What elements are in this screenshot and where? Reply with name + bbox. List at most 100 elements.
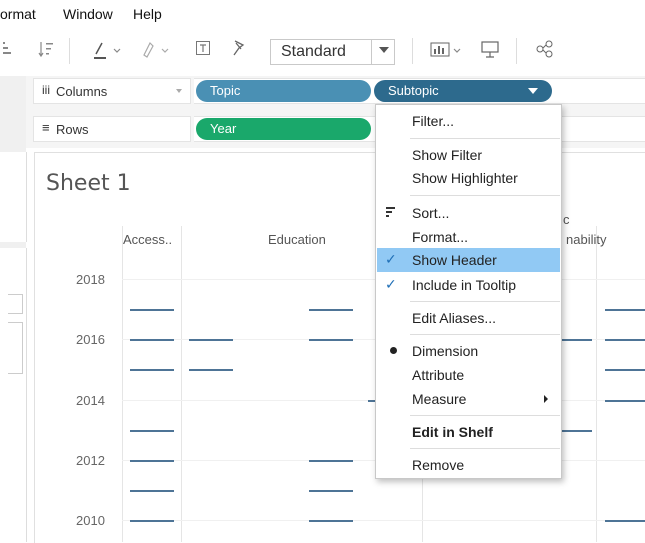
menu-item-sort[interactable]: Sort... xyxy=(377,201,560,225)
menu-item-attribute[interactable]: Attribute xyxy=(377,363,560,387)
menu-item-filter[interactable]: Filter... xyxy=(377,109,560,133)
mark-dash[interactable] xyxy=(309,309,353,311)
chevron-down-icon xyxy=(379,47,389,53)
menu-item-label: Dimension xyxy=(412,343,479,359)
mark-dash[interactable] xyxy=(130,490,174,492)
mark-dash[interactable] xyxy=(605,339,645,341)
mark-dash[interactable] xyxy=(189,369,233,371)
sort-descending-icon[interactable] xyxy=(38,40,54,61)
menu-item-label: Attribute xyxy=(412,367,465,383)
columns-icon: iii xyxy=(42,83,50,97)
mark-dash[interactable] xyxy=(309,339,353,341)
menu-item-label: Sort... xyxy=(412,205,450,221)
menu-item-edit-in-shelf[interactable]: Edit in Shelf xyxy=(377,420,560,444)
mark-dash[interactable] xyxy=(605,520,645,522)
menu-item-label: Filter... xyxy=(412,113,455,129)
mark-dash[interactable] xyxy=(562,339,592,341)
mark-dash[interactable] xyxy=(605,400,645,402)
menu-item-label: Format... xyxy=(412,229,469,245)
chevron-down-icon[interactable] xyxy=(176,89,182,93)
year-label: 2014 xyxy=(76,393,105,408)
column-divider xyxy=(181,226,182,542)
menu-item-label: Measure xyxy=(412,391,467,407)
sort-ascending-icon[interactable] xyxy=(2,40,14,61)
sort-icon xyxy=(386,207,395,217)
menu-item-label: Show Header xyxy=(412,252,497,268)
menu-item-measure[interactable]: Measure xyxy=(377,387,560,411)
menu-item-format[interactable]: Format... xyxy=(377,225,560,249)
mark-dash[interactable] xyxy=(130,430,174,432)
pin-icon[interactable] xyxy=(140,40,174,63)
mark-dash[interactable] xyxy=(130,339,174,341)
menu-item-label: Edit in Shelf xyxy=(412,424,493,440)
pill-topic[interactable]: Topic xyxy=(196,80,371,102)
presentation-icon[interactable] xyxy=(480,39,500,62)
menu-item-include-in-tooltip[interactable]: ✓ Include in Tooltip xyxy=(377,273,560,297)
mark-dash[interactable] xyxy=(189,339,233,341)
left-card-2[interactable] xyxy=(8,322,23,374)
mark-dash[interactable] xyxy=(309,490,353,492)
year-label: 2010 xyxy=(76,513,105,528)
column-header-education[interactable]: Education xyxy=(268,232,326,247)
pill-subtopic-label: Subtopic xyxy=(388,83,439,98)
annotate-pin-icon[interactable] xyxy=(231,39,247,60)
checkmark-icon: ✓ xyxy=(385,276,397,292)
column-divider xyxy=(122,226,123,542)
pill-context-menu: Filter... Show Filter Show Highlighter S… xyxy=(375,104,562,479)
column-divider xyxy=(596,226,597,542)
radio-selected-icon xyxy=(390,347,397,354)
menu-item-label: Include in Tooltip xyxy=(412,277,517,293)
toolbar: Standard xyxy=(0,28,645,74)
mark-dash[interactable] xyxy=(130,309,174,311)
mark-dash[interactable] xyxy=(562,430,592,432)
pill-subtopic[interactable]: Subtopic xyxy=(374,80,552,102)
share-icon[interactable] xyxy=(536,40,554,61)
menu-item-label: Remove xyxy=(412,457,465,473)
menu-item-label: Show Highlighter xyxy=(412,170,518,186)
mark-dash[interactable] xyxy=(130,520,174,522)
menu-bar: ormat Window Help xyxy=(0,0,645,28)
mark-dash[interactable] xyxy=(309,460,353,462)
columns-shelf-label: iii Columns xyxy=(33,78,191,104)
left-panel-upper xyxy=(0,152,27,242)
column-header-sustainability[interactable]: nability xyxy=(566,232,606,247)
mark-dash[interactable] xyxy=(130,460,174,462)
chevron-down-icon[interactable] xyxy=(528,88,538,94)
show-me-icon[interactable] xyxy=(430,40,464,63)
year-label: 2016 xyxy=(76,332,105,347)
mark-dash[interactable] xyxy=(309,520,353,522)
dropdown-button[interactable] xyxy=(371,40,394,64)
fit-dropdown[interactable]: Standard xyxy=(270,39,395,65)
fit-dropdown-value: Standard xyxy=(281,43,346,60)
left-panel-lower xyxy=(0,248,27,542)
menu-format[interactable]: ormat xyxy=(0,6,36,22)
highlight-icon[interactable] xyxy=(92,40,126,63)
checkmark-icon: ✓ xyxy=(385,251,397,267)
menu-help[interactable]: Help xyxy=(133,6,162,22)
rows-label: Rows xyxy=(56,122,89,137)
menu-window[interactable]: Window xyxy=(63,6,113,22)
topic-header-partial: c xyxy=(563,212,570,227)
mark-dash[interactable] xyxy=(130,369,174,371)
label-icon[interactable] xyxy=(196,41,210,58)
mark-dash[interactable] xyxy=(605,309,645,311)
menu-item-show-header[interactable]: ✓ Show Header xyxy=(377,248,560,272)
menu-item-dimension[interactable]: Dimension xyxy=(377,339,560,363)
year-label: 2012 xyxy=(76,453,105,468)
pill-year[interactable]: Year xyxy=(196,118,371,140)
sheet-title: Sheet 1 xyxy=(46,171,131,196)
column-header-access[interactable]: Access.. xyxy=(123,232,172,247)
left-card-1[interactable] xyxy=(8,294,23,314)
menu-item-show-highlighter[interactable]: Show Highlighter xyxy=(377,166,560,190)
rows-shelf-label: ≡ Rows xyxy=(33,116,191,142)
menu-item-label: Edit Aliases... xyxy=(412,310,497,326)
menu-item-label: Show Filter xyxy=(412,147,483,163)
mark-dash[interactable] xyxy=(605,369,645,371)
rows-icon: ≡ xyxy=(42,120,50,135)
menu-item-show-filter[interactable]: Show Filter xyxy=(377,143,560,167)
menu-item-remove[interactable]: Remove xyxy=(377,453,560,477)
columns-label: Columns xyxy=(56,84,108,99)
menu-item-edit-aliases[interactable]: Edit Aliases... xyxy=(377,306,560,330)
year-label: 2018 xyxy=(76,272,105,287)
chevron-right-icon xyxy=(544,395,548,403)
